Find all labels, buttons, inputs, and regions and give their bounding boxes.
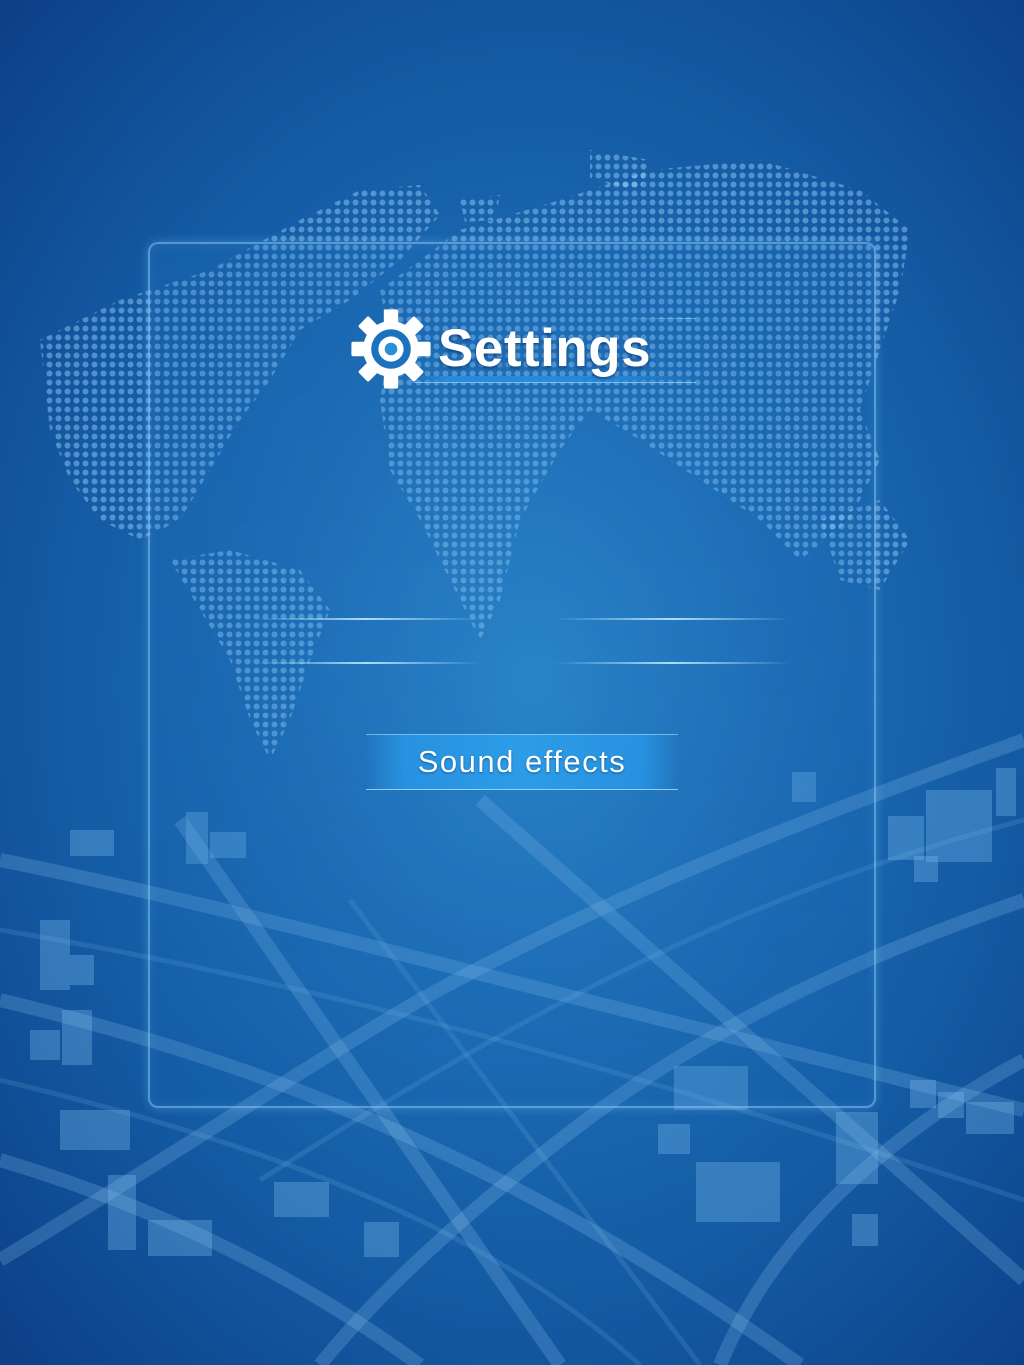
settings-screen: Settings Sound effects — [0, 0, 1024, 1365]
sound-effects-button[interactable]: Sound effects — [366, 734, 678, 790]
divider-line — [252, 618, 482, 620]
settings-panel: Settings Sound effects — [148, 242, 876, 1108]
gear-icon — [346, 304, 436, 394]
sound-effects-label: Sound effects — [417, 744, 627, 779]
settings-header: Settings — [346, 302, 706, 392]
divider-line — [554, 662, 790, 664]
divider-line — [554, 618, 790, 620]
page-title: Settings — [438, 319, 652, 378]
divider-line — [252, 662, 482, 664]
